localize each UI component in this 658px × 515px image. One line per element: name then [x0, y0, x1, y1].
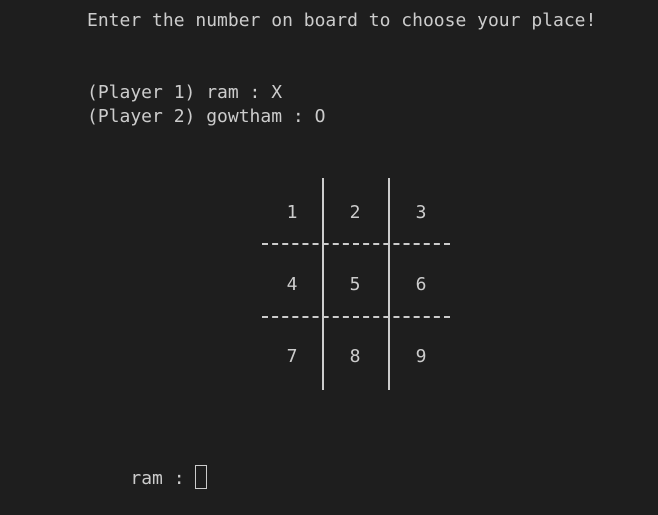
board-horizontal-line-2	[262, 316, 450, 318]
input-prompt: ram :	[130, 468, 196, 489]
board-cell-3: 3	[415, 202, 427, 223]
board-vertical-line-2	[388, 178, 390, 390]
instruction-text: Enter the number on board to choose your…	[87, 10, 597, 31]
board-cell-8: 8	[349, 346, 361, 367]
tic-tac-toe-board: 1 2 3 4 5 6 7 8 9	[262, 178, 452, 390]
board-vertical-line-1	[322, 178, 324, 390]
board-cell-6: 6	[415, 274, 427, 295]
board-cell-7: 7	[286, 346, 298, 367]
input-prompt-line[interactable]: ram :	[87, 441, 208, 489]
player-2-info: (Player 2) gowtham : O	[87, 106, 326, 127]
text-cursor[interactable]	[195, 465, 208, 489]
board-cell-2: 2	[349, 202, 361, 223]
board-cell-1: 1	[286, 202, 298, 223]
terminal-output: Enter the number on board to choose your…	[0, 0, 658, 489]
board-cell-4: 4	[286, 274, 298, 295]
player-1-info: (Player 1) ram : X	[87, 82, 283, 103]
board-horizontal-line-1	[262, 243, 450, 245]
board-cell-5: 5	[349, 274, 361, 295]
board-cell-9: 9	[415, 346, 427, 367]
